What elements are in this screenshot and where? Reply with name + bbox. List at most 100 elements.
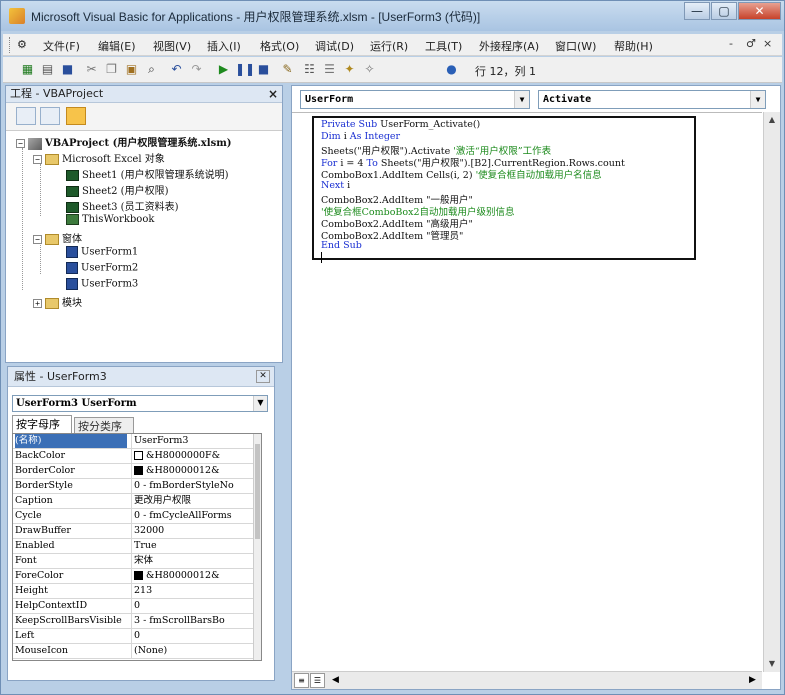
property-value[interactable]: UserForm3: [131, 434, 255, 448]
project-explorer-close-icon[interactable]: ×: [268, 86, 278, 102]
full-module-view-button[interactable]: ☰: [310, 673, 325, 688]
property-value[interactable]: 0 - fmBorderStyleNo: [131, 479, 255, 493]
paste-icon[interactable]: ▣: [123, 61, 140, 78]
chevron-down-icon[interactable]: ▼: [514, 91, 529, 108]
property-value[interactable]: &H8000000F&: [131, 449, 255, 463]
object-selector[interactable]: UserForm3 UserForm ▼: [12, 395, 268, 412]
tree-item-sheet2[interactable]: Sheet2 (用户权限): [66, 182, 169, 197]
property-value[interactable]: 宋体: [131, 554, 255, 568]
property-row[interactable]: Caption 更改用户权限: [13, 494, 255, 509]
property-value[interactable]: 32000: [131, 524, 255, 538]
property-value[interactable]: 0: [131, 629, 255, 643]
property-value[interactable]: 更改用户权限: [131, 494, 255, 508]
view-object-button[interactable]: [40, 107, 60, 125]
scroll-right-icon[interactable]: ▶: [745, 673, 760, 688]
horizontal-scrollbar[interactable]: ≡ ☰ ◀ ▶: [292, 671, 762, 689]
property-row[interactable]: Height 213: [13, 584, 255, 599]
code-editor[interactable]: Private Sub UserForm_Activate() Dim i As …: [292, 112, 762, 670]
menu-addins[interactable]: 外接程序(A): [479, 38, 539, 54]
save-icon[interactable]: ■: [59, 61, 76, 78]
scroll-thumb[interactable]: [255, 444, 260, 539]
property-grid-scrollbar[interactable]: [253, 434, 261, 660]
code-line[interactable]: Next i: [321, 180, 350, 191]
property-row[interactable]: (名称) UserForm3: [13, 434, 255, 449]
cut-icon[interactable]: ✂: [83, 61, 100, 78]
tree-folder-excel-objects[interactable]: − Microsoft Excel 对象: [33, 150, 165, 165]
code-line[interactable]: Private Sub UserForm_Activate(): [321, 119, 480, 130]
chevron-down-icon[interactable]: ▼: [253, 396, 267, 411]
property-row[interactable]: HelpContextID 0: [13, 599, 255, 614]
properties-window-icon[interactable]: ☰: [321, 61, 338, 78]
excel-view-icon[interactable]: ▦: [19, 61, 36, 78]
find-icon[interactable]: ⌕: [143, 61, 160, 78]
property-row[interactable]: BackColor &H8000000F&: [13, 449, 255, 464]
property-row[interactable]: BorderColor &H80000012&: [13, 464, 255, 479]
scroll-left-icon[interactable]: ◀: [328, 673, 343, 688]
project-explorer-icon[interactable]: ☷: [301, 61, 318, 78]
menu-help[interactable]: 帮助(H): [614, 38, 653, 54]
property-value[interactable]: True: [131, 539, 255, 553]
mdi-minimize-button[interactable]: -: [729, 37, 733, 50]
toggle-folders-button[interactable]: [66, 107, 86, 125]
mdi-close-button[interactable]: ×: [763, 37, 772, 50]
tree-item-sheet1[interactable]: Sheet1 (用户权限管理系统说明): [66, 166, 229, 181]
menu-window[interactable]: 窗口(W): [555, 38, 596, 54]
code-line[interactable]: ComboBox1.AddItem Cells(i, 2) '使复合框自动加载用…: [321, 167, 602, 181]
property-value[interactable]: 3 - fmScrollBarsBo: [131, 614, 255, 628]
property-row[interactable]: Cycle 0 - fmCycleAllForms: [13, 509, 255, 524]
object-combo[interactable]: UserForm ▼: [300, 90, 530, 109]
property-value[interactable]: 213: [131, 584, 255, 598]
property-value[interactable]: 0 - fmCycleAllForms: [131, 509, 255, 523]
menu-file[interactable]: 文件(F): [43, 38, 80, 54]
vba-menu-icon[interactable]: ⚙: [17, 38, 31, 52]
copy-icon[interactable]: ❐: [103, 61, 120, 78]
tree-root-vbaproject[interactable]: − VBAProject (用户权限管理系统.xlsm): [16, 134, 232, 150]
menu-debug[interactable]: 调试(D): [315, 38, 354, 54]
reset-icon[interactable]: ■: [255, 61, 272, 78]
toolbox-icon[interactable]: ✧: [361, 61, 378, 78]
view-code-button[interactable]: [16, 107, 36, 125]
tree-item-sheet3[interactable]: Sheet3 (员工资料表): [66, 198, 179, 213]
break-icon[interactable]: ❚❚: [235, 61, 255, 78]
property-value[interactable]: &H80000012&: [131, 569, 255, 583]
undo-icon[interactable]: ↶: [168, 61, 185, 78]
minimize-button[interactable]: —: [684, 2, 710, 20]
mdi-restore-button[interactable]: ♂: [746, 37, 756, 50]
menu-tools[interactable]: 工具(T): [425, 38, 462, 54]
property-row[interactable]: ForeColor &H80000012&: [13, 569, 255, 584]
insert-userform-icon[interactable]: ▤: [39, 61, 56, 78]
procedure-combo[interactable]: Activate ▼: [538, 90, 766, 109]
tree-item-userform3[interactable]: UserForm3: [66, 278, 138, 290]
menu-view[interactable]: 视图(V): [153, 38, 191, 54]
property-row[interactable]: Enabled True: [13, 539, 255, 554]
scroll-down-icon[interactable]: ▼: [764, 656, 780, 672]
menu-format[interactable]: 格式(O): [260, 38, 299, 54]
run-icon[interactable]: ▶: [215, 61, 232, 78]
tree-item-userform2[interactable]: UserForm2: [66, 262, 138, 274]
properties-close-icon[interactable]: ✕: [256, 370, 270, 383]
property-row[interactable]: Left 0: [13, 629, 255, 644]
property-row[interactable]: DrawBuffer 32000: [13, 524, 255, 539]
menu-run[interactable]: 运行(R): [370, 38, 408, 54]
maximize-button[interactable]: ▢: [711, 2, 737, 20]
scroll-up-icon[interactable]: ▲: [764, 112, 780, 128]
code-line[interactable]: End Sub: [321, 240, 362, 251]
tab-categorized[interactable]: 按分类序: [74, 417, 134, 433]
tab-alphabetic[interactable]: 按字母序: [12, 415, 72, 433]
vertical-scrollbar[interactable]: ▲ ▼: [763, 112, 780, 672]
tree-item-thisworkbook[interactable]: ThisWorkbook: [66, 214, 154, 225]
menu-insert[interactable]: 插入(I): [207, 38, 241, 54]
chevron-down-icon[interactable]: ▼: [750, 91, 765, 108]
menu-edit[interactable]: 编辑(E): [98, 38, 136, 54]
procedure-view-button[interactable]: ≡: [294, 673, 309, 688]
property-row[interactable]: MouseIcon (None): [13, 644, 255, 659]
property-value[interactable]: (None): [131, 644, 255, 658]
property-value[interactable]: 0: [131, 599, 255, 613]
tree-item-userform1[interactable]: UserForm1: [66, 246, 138, 258]
close-button[interactable]: ✕: [738, 2, 781, 20]
property-row[interactable]: BorderStyle 0 - fmBorderStyleNo: [13, 479, 255, 494]
design-mode-icon[interactable]: ✎: [279, 61, 296, 78]
object-browser-icon[interactable]: ✦: [341, 61, 358, 78]
property-row[interactable]: KeepScrollBarsVisible 3 - fmScrollBarsBo: [13, 614, 255, 629]
property-row[interactable]: Font 宋体: [13, 554, 255, 569]
